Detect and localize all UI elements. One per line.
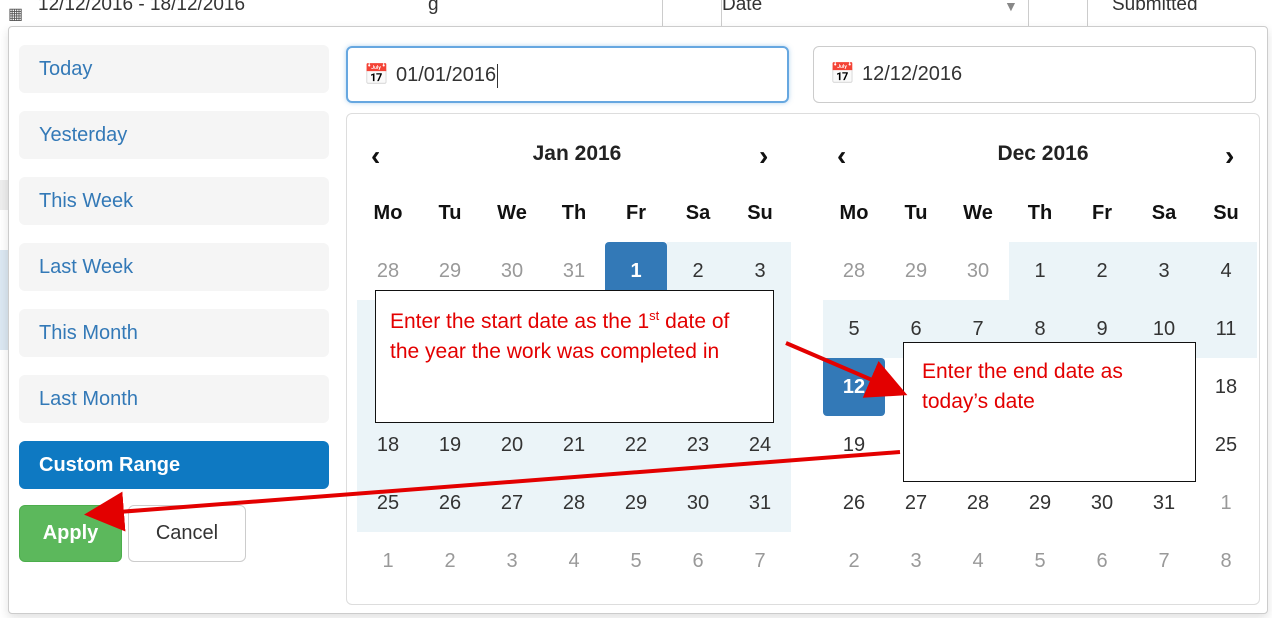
weekday-header: Th (1027, 202, 1053, 224)
weekday-header: Fr (1092, 202, 1112, 224)
calendar-day[interactable]: 5 (823, 300, 885, 358)
weekday-header: Mo (373, 202, 403, 224)
range-this-week[interactable]: This Week (19, 177, 329, 225)
calendar-day[interactable]: 21 (543, 416, 605, 474)
calendar-day[interactable]: 1 (1009, 242, 1071, 300)
status-select[interactable]: Submitted (1112, 0, 1198, 16)
weekday-header: Su (1213, 202, 1239, 224)
next-month-icon[interactable]: › (759, 140, 768, 172)
background-fragment (0, 250, 8, 350)
calendar-day[interactable]: 25 (1195, 416, 1257, 474)
weekday-header: We (963, 202, 993, 224)
calendar-icon: 📅 (364, 64, 389, 86)
filter-box (662, 0, 722, 26)
calendar-day[interactable]: 19 (419, 416, 481, 474)
weekday-header: We (497, 202, 527, 224)
apply-button[interactable]: Apply (19, 505, 122, 562)
weekday-header: Tu (438, 202, 462, 224)
next-month-icon[interactable]: › (1225, 140, 1234, 172)
calendar-day[interactable]: 23 (667, 416, 729, 474)
range-last-month[interactable]: Last Month (19, 375, 329, 423)
start-date-input[interactable]: 📅 01/01/2016 (346, 46, 789, 103)
weekday-header: Th (561, 202, 587, 224)
annotation-end-date: Enter the end date as today’s date (903, 342, 1196, 482)
cancel-button[interactable]: Cancel (128, 505, 246, 562)
calendar-day[interactable]: 18 (1195, 358, 1257, 416)
calendar-day[interactable]: 27 (885, 474, 947, 532)
calendar-day[interactable]: 26 (823, 474, 885, 532)
annotation-superscript: st (649, 308, 660, 323)
weekday-header: Sa (1151, 202, 1177, 224)
range-this-month[interactable]: This Month (19, 309, 329, 357)
calendar-day[interactable]: 6 (667, 532, 729, 590)
calendar-day[interactable]: 22 (605, 416, 667, 474)
calendar-day[interactable]: 2 (823, 532, 885, 590)
calendar-day[interactable]: 29 (885, 242, 947, 300)
calendar-day[interactable]: 27 (481, 474, 543, 532)
date-select[interactable]: Date (722, 0, 762, 16)
calendar-day[interactable]: 3 (481, 532, 543, 590)
calendar-day[interactable]: 1 (357, 532, 419, 590)
calendar-day[interactable]: 31 (1133, 474, 1195, 532)
calendar-day[interactable]: 20 (481, 416, 543, 474)
calendar-day[interactable]: 3 (1133, 242, 1195, 300)
calendar-day[interactable]: 31 (729, 474, 791, 532)
weekday-header: Tu (904, 202, 928, 224)
calendar-day[interactable]: 18 (357, 416, 419, 474)
month-title: Dec 2016 (997, 142, 1089, 165)
calendar-day[interactable]: 2 (419, 532, 481, 590)
calendar-day[interactable]: 1 (1195, 474, 1257, 532)
calendar-day[interactable]: 29 (1009, 474, 1071, 532)
range-custom[interactable]: Custom Range (19, 441, 329, 489)
calendar-day[interactable]: 28 (823, 242, 885, 300)
weekday-header: Sa (685, 202, 711, 224)
calendar-day[interactable]: 3 (885, 532, 947, 590)
calendar-day[interactable]: 30 (947, 242, 1009, 300)
calendar-day[interactable]: 30 (1071, 474, 1133, 532)
calendar-day[interactable]: 26 (419, 474, 481, 532)
calendar-day[interactable]: 29 (605, 474, 667, 532)
chevron-down-icon[interactable]: ▼ (1004, 0, 1018, 14)
start-date-value: 01/01/2016 (396, 64, 497, 86)
range-today[interactable]: Today (19, 45, 329, 93)
partial-label: g (428, 0, 439, 15)
calendar-day[interactable]: 4 (947, 532, 1009, 590)
calendar-day[interactable]: 4 (543, 532, 605, 590)
weekday-header: Fr (626, 202, 646, 224)
calendar-day[interactable]: 28 (947, 474, 1009, 532)
range-last-week[interactable]: Last Week (19, 243, 329, 291)
range-yesterday[interactable]: Yesterday (19, 111, 329, 159)
filter-box (1028, 0, 1088, 26)
end-date-value: 12/12/2016 (862, 63, 963, 85)
daterange-value[interactable]: 12/12/2016 - 18/12/2016 (38, 0, 245, 16)
calendar-icon: 📅 (830, 63, 855, 85)
calendar-day[interactable]: 6 (1071, 532, 1133, 590)
annotation-text: Enter the start date as the 1 (390, 310, 650, 333)
calendar-day[interactable]: 2 (1071, 242, 1133, 300)
calendar-day[interactable]: 24 (729, 416, 791, 474)
calendar-day[interactable]: 7 (729, 532, 791, 590)
calendar-day[interactable]: 11 (1195, 300, 1257, 358)
calendar-day[interactable]: 8 (1195, 532, 1257, 590)
daterange-field-strip: ▦ 12/12/2016 - 18/12/2016 g Date ▼ Submi… (0, 0, 1272, 26)
month-title: Jan 2016 (532, 142, 622, 165)
calendar-day[interactable]: 4 (1195, 242, 1257, 300)
annotation-start-date: Enter the start date as the 1st date of … (375, 290, 774, 423)
calendar-day[interactable]: 7 (1133, 532, 1195, 590)
calendar-day[interactable]: 19 (823, 416, 885, 474)
weekday-header: Su (747, 202, 773, 224)
calendar-day[interactable]: 12 (823, 358, 885, 416)
calendar-day[interactable]: 5 (1009, 532, 1071, 590)
calendar-day[interactable]: 5 (605, 532, 667, 590)
calendar-day[interactable]: 28 (543, 474, 605, 532)
calendar-day[interactable]: 30 (667, 474, 729, 532)
calendar-icon: ▦ (8, 6, 24, 23)
text-cursor (497, 63, 499, 88)
background-fragment (0, 180, 8, 210)
end-date-input[interactable]: 📅 12/12/2016 (813, 46, 1256, 103)
weekday-header: Mo (839, 202, 869, 224)
calendar-day[interactable]: 25 (357, 474, 419, 532)
